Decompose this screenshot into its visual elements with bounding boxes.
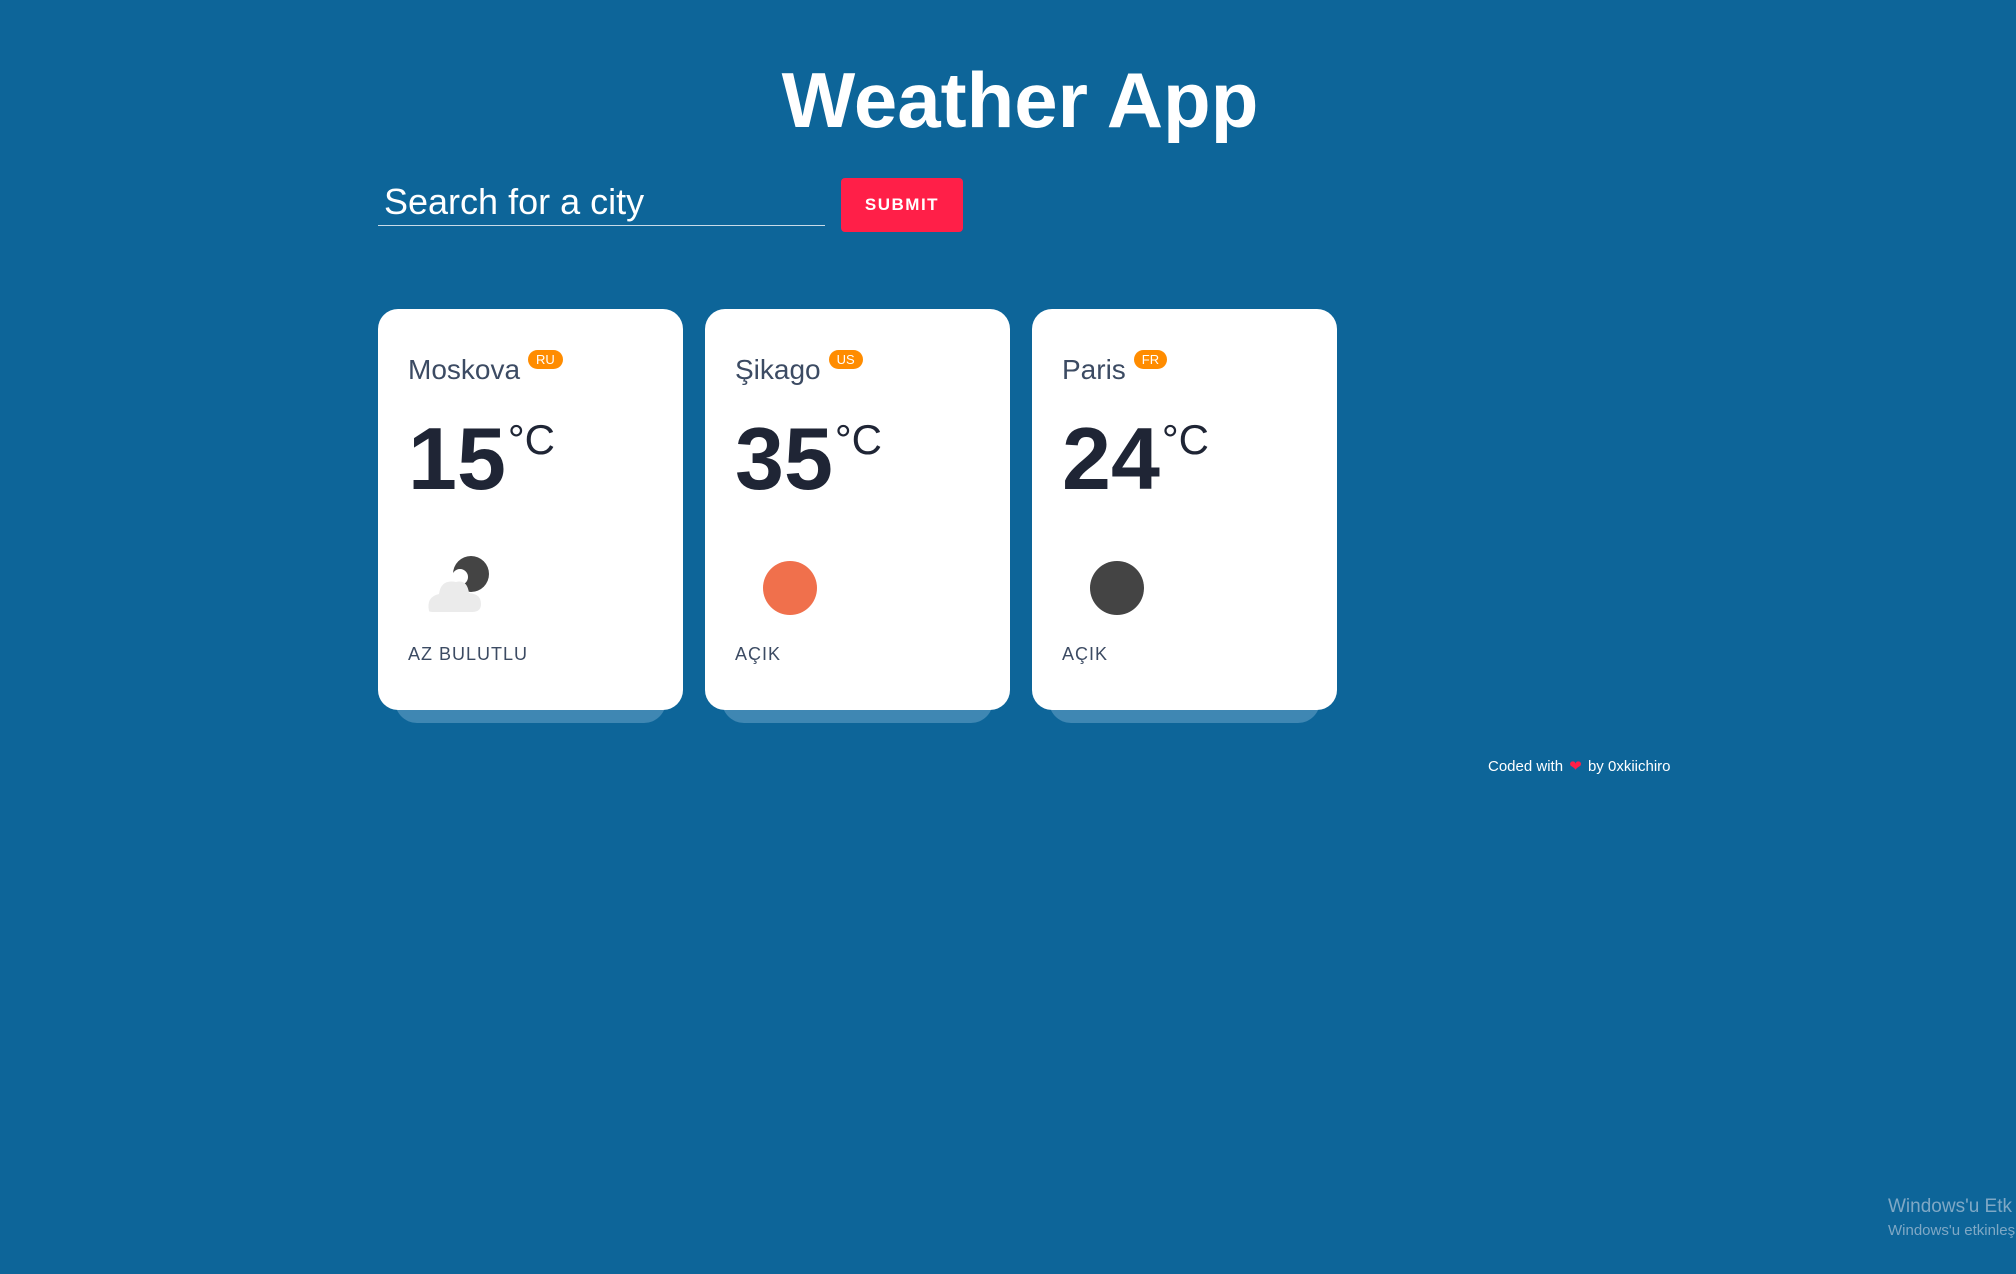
heart-icon: ❤ — [1569, 758, 1582, 775]
clear-night-moon-icon — [1077, 549, 1157, 629]
weather-description: AÇIK — [735, 644, 782, 664]
watermark-line-2: Windows'u etkinleş — [1888, 1222, 2016, 1239]
city-name-container: Moskova RU — [408, 350, 563, 386]
watermark-line-1: Windows'u Etk — [1888, 1196, 2013, 1217]
city-card: Şikago US 35°C AÇIK — [705, 309, 1010, 710]
city-card: Paris FR 24°C AÇIK — [1032, 309, 1337, 710]
city-name: Paris — [1062, 354, 1126, 385]
footer-suffix: by 0xkiichiro — [1587, 758, 1671, 775]
city-card-paris: Paris FR 24°C AÇIK — [1032, 309, 1337, 724]
country-badge: US — [828, 350, 863, 369]
city-card-moskova: Moskova RU 15°C AZ BULUTLU — [378, 309, 683, 724]
footer-prefix: Coded with — [1488, 758, 1564, 775]
temperature-unit: °C — [1161, 416, 1210, 463]
weather-description: AÇIK — [1062, 644, 1109, 664]
city-name: Şikago — [735, 354, 821, 385]
submit-button[interactable]: SUBMIT — [841, 178, 963, 232]
city-name: Moskova — [408, 354, 521, 385]
country-badge: RU — [528, 350, 563, 369]
city-card-sikago: Şikago US 35°C AÇIK — [705, 309, 1010, 724]
city-card: Moskova RU 15°C AZ BULUTLU — [378, 309, 683, 710]
weather-description: AZ BULUTLU — [408, 644, 529, 664]
city-name-container: Şikago US — [735, 350, 863, 386]
country-badge: FR — [1133, 350, 1168, 369]
temperature: 24°C — [1062, 409, 1209, 509]
os-activation-watermark: Windows'u Etk Windows'u etkinleş — [1888, 1196, 2015, 1239]
partly-cloudy-night-icon — [423, 549, 503, 629]
temperature: 35°C — [735, 409, 882, 509]
temperature-value: 24 — [1062, 409, 1160, 508]
temperature-value: 15 — [408, 409, 506, 508]
temperature-unit: °C — [834, 416, 883, 463]
city-name-container: Paris FR — [1062, 350, 1168, 386]
page-title: Weather App — [781, 56, 1259, 144]
temperature-value: 35 — [735, 409, 833, 508]
clear-day-sun-icon — [750, 549, 830, 629]
temperature: 15°C — [408, 409, 555, 509]
temperature-unit: °C — [507, 416, 556, 463]
search-input[interactable] — [378, 178, 825, 226]
footer-credit: Coded with ❤ by 0xkiichiro — [1488, 757, 1671, 775]
